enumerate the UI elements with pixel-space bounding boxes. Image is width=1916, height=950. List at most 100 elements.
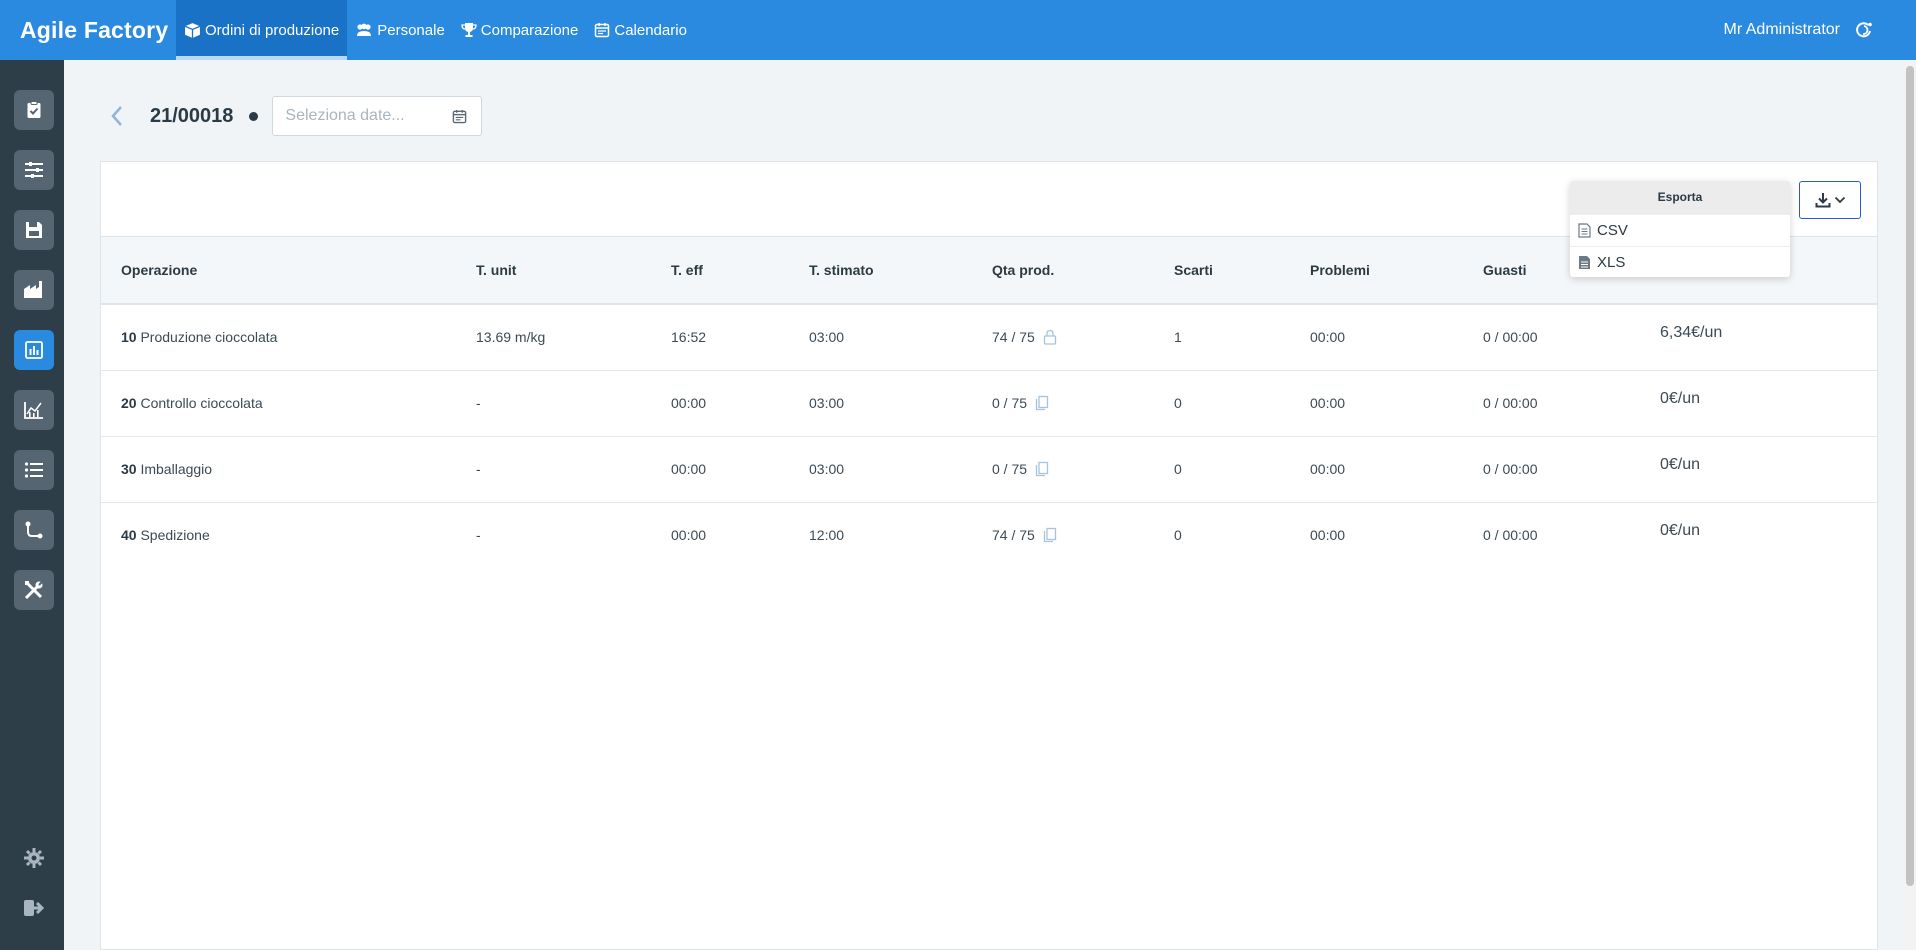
t-eff-cell: 16:52 bbox=[671, 329, 707, 345]
operation-cell: 40 Spedizione bbox=[121, 502, 210, 568]
col-scarti[interactable]: Scarti bbox=[1174, 237, 1213, 303]
t-eff-cell: 00:00 bbox=[671, 395, 707, 411]
table-row[interactable]: 20 Controllo cioccolata - 00:00 03:00 0 … bbox=[101, 370, 1877, 437]
col-qta-prod[interactable]: Qta prod. bbox=[992, 237, 1054, 303]
copy-icon[interactable] bbox=[1043, 527, 1057, 543]
col-t-stimato[interactable]: T. stimato bbox=[809, 237, 874, 303]
table-row[interactable]: 30 Imballaggio - 00:00 03:00 0 / 75 0 00… bbox=[101, 436, 1877, 503]
lock-icon[interactable] bbox=[1043, 329, 1057, 345]
t-unit-cell: - bbox=[476, 395, 481, 411]
nav-personale[interactable]: Personale bbox=[347, 0, 453, 60]
cost-cell: 0€/un bbox=[1660, 456, 1701, 473]
export-xls-option[interactable]: XLS bbox=[1570, 246, 1790, 277]
trophy-icon bbox=[461, 23, 477, 37]
calendar-icon bbox=[595, 23, 610, 38]
save-disk-icon bbox=[26, 222, 42, 238]
scarti-cell: 0 bbox=[1174, 395, 1182, 411]
col-t-unit[interactable]: T. unit bbox=[476, 237, 516, 303]
problemi-cell: 00:00 bbox=[1310, 395, 1346, 411]
nav-label: Personale bbox=[377, 21, 445, 39]
guasti-cell: 0 / 00:00 bbox=[1483, 527, 1538, 543]
nav-label: Calendario bbox=[614, 21, 687, 39]
tools-icon bbox=[24, 581, 43, 600]
nav-label: Comparazione bbox=[480, 21, 579, 39]
col-guasti[interactable]: Guasti bbox=[1483, 237, 1527, 303]
operations-card: Operazione T. unit T. eff T. stimato Qta… bbox=[100, 161, 1878, 950]
top-navbar: Agile Factory Ordini di produzione Perso… bbox=[0, 0, 1916, 60]
brand-logo[interactable]: Agile Factory bbox=[20, 0, 168, 60]
copy-icon[interactable] bbox=[1035, 461, 1049, 477]
op-name: Spedizione bbox=[140, 527, 210, 543]
col-t-eff[interactable]: T. eff bbox=[671, 237, 703, 303]
clipboard-check-icon bbox=[27, 101, 41, 118]
export-dropdown-menu: Esporta CSV XLS bbox=[1570, 181, 1790, 277]
sidebar-item-list[interactable] bbox=[14, 450, 54, 490]
qta-value: 0 / 75 bbox=[992, 395, 1028, 411]
op-name: Imballaggio bbox=[140, 461, 213, 477]
col-operazione[interactable]: Operazione bbox=[121, 237, 197, 303]
download-icon bbox=[1815, 193, 1830, 208]
sidebar bbox=[0, 60, 64, 950]
nav-calendario[interactable]: Calendario bbox=[586, 0, 695, 60]
cost-cell: 0€/un bbox=[1660, 390, 1701, 407]
guasti-cell: 0 / 00:00 bbox=[1483, 329, 1538, 345]
qta-cell: 74 / 75 bbox=[992, 502, 1057, 568]
guasti-cell: 0 / 00:00 bbox=[1483, 395, 1538, 411]
user-name: Mr Administrator bbox=[1723, 21, 1840, 38]
col-problemi[interactable]: Problemi bbox=[1310, 237, 1370, 303]
op-number: 40 bbox=[121, 527, 137, 543]
bar-chart-icon bbox=[25, 341, 43, 359]
t-stimato-cell: 03:00 bbox=[809, 461, 845, 477]
guasti-cell: 0 / 00:00 bbox=[1483, 461, 1538, 477]
qta-value: 74 / 75 bbox=[992, 329, 1035, 345]
sidebar-item-factory[interactable] bbox=[14, 270, 54, 310]
sidebar-item-logout[interactable] bbox=[14, 888, 54, 928]
sidebar-item-orders[interactable] bbox=[14, 90, 54, 130]
export-menu-title: Esporta bbox=[1570, 181, 1790, 214]
sidebar-item-tools[interactable] bbox=[14, 570, 54, 610]
nav-ordini-di-produzione[interactable]: Ordini di produzione bbox=[176, 0, 348, 60]
users-icon bbox=[357, 23, 372, 36]
user-menu[interactable]: Mr Administrator bbox=[1724, 0, 1874, 60]
sidebar-item-planning[interactable] bbox=[14, 150, 54, 190]
copy-icon[interactable] bbox=[1035, 395, 1049, 411]
box-icon bbox=[184, 22, 201, 38]
sidebar-item-flow[interactable] bbox=[14, 510, 54, 550]
sidebar-item-storage[interactable] bbox=[14, 210, 54, 250]
file-icon bbox=[1579, 256, 1590, 269]
table-row[interactable]: 40 Spedizione - 00:00 12:00 74 / 75 0 00… bbox=[101, 502, 1877, 568]
gear-icon bbox=[24, 848, 44, 868]
file-text-icon bbox=[1578, 223, 1591, 238]
qta-value: 74 / 75 bbox=[992, 527, 1035, 543]
t-stimato-cell: 03:00 bbox=[809, 329, 845, 345]
nav-comparazione[interactable]: Comparazione bbox=[453, 0, 587, 60]
export-button[interactable] bbox=[1799, 181, 1861, 219]
sidebar-item-reports[interactable] bbox=[14, 330, 54, 370]
sliders-icon bbox=[25, 162, 43, 178]
factory-icon bbox=[24, 281, 42, 298]
qta-cell: 0 / 75 bbox=[992, 436, 1049, 502]
scarti-cell: 0 bbox=[1174, 461, 1182, 477]
page-scrollbar[interactable] bbox=[1904, 60, 1916, 950]
op-number: 10 bbox=[121, 329, 137, 345]
date-range-input[interactable]: Seleziona date... bbox=[272, 96, 483, 136]
date-placeholder: Seleziona date... bbox=[285, 107, 405, 124]
export-csv-option[interactable]: CSV bbox=[1570, 214, 1790, 246]
logout-swirl-icon[interactable] bbox=[1854, 20, 1874, 40]
export-option-label: XLS bbox=[1597, 254, 1626, 271]
table-row[interactable]: 10 Produzione cioccolata 13.69 m/kg 16:5… bbox=[101, 304, 1877, 371]
line-chart-icon bbox=[24, 402, 43, 419]
calendar-icon bbox=[453, 109, 467, 124]
t-eff-cell: 00:00 bbox=[671, 461, 707, 477]
op-name: Produzione cioccolata bbox=[140, 329, 278, 345]
problemi-cell: 00:00 bbox=[1310, 461, 1346, 477]
scarti-cell: 0 bbox=[1174, 527, 1182, 543]
scrollbar-thumb[interactable] bbox=[1906, 66, 1914, 886]
back-button[interactable] bbox=[110, 101, 130, 131]
t-unit-cell: - bbox=[476, 461, 481, 477]
top-nav: Ordini di produzione Personale Comparazi… bbox=[176, 0, 695, 60]
sidebar-item-settings[interactable] bbox=[14, 838, 54, 878]
problemi-cell: 00:00 bbox=[1310, 527, 1346, 543]
sidebar-item-analytics[interactable] bbox=[14, 390, 54, 430]
qta-cell: 74 / 75 bbox=[992, 304, 1057, 370]
